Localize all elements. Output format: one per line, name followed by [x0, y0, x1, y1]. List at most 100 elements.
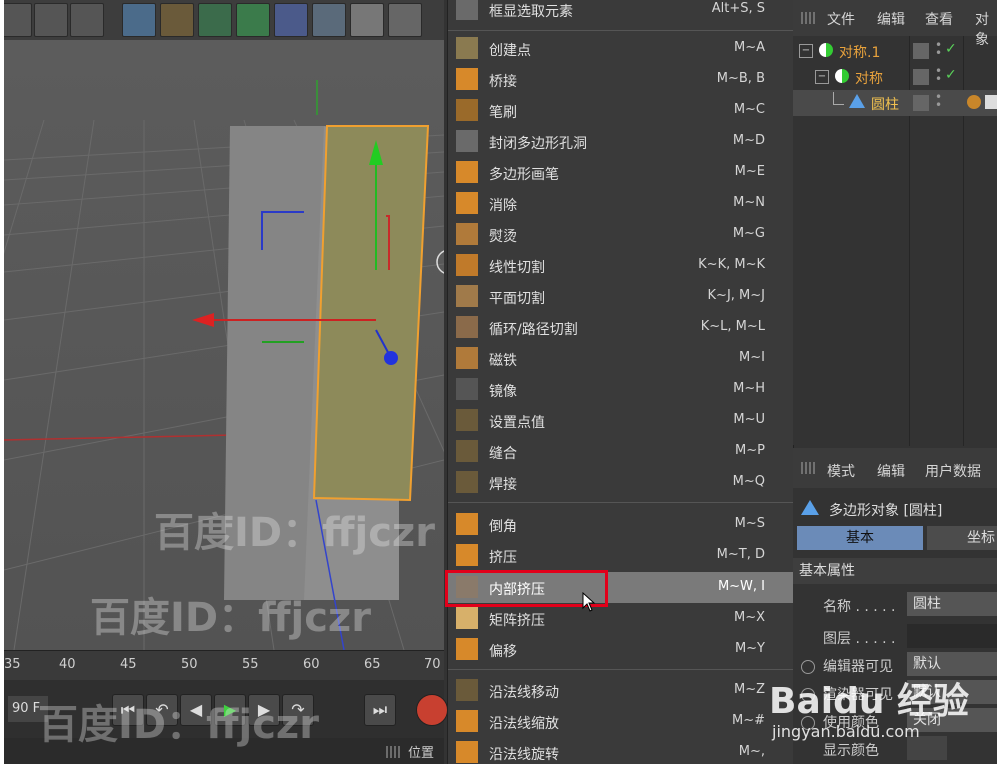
menu-item[interactable]: 熨烫 M~G: [448, 219, 793, 250]
menu-item-label: 镜像: [489, 384, 517, 400]
menu-item[interactable]: 镜像 M~H: [448, 374, 793, 405]
deformer-icon[interactable]: [274, 3, 308, 37]
pen-icon[interactable]: [160, 3, 194, 37]
mirror-icon: [456, 378, 478, 400]
menu-item-shortcut: Alt+S, S: [711, 1, 765, 16]
layer-field[interactable]: [907, 624, 997, 648]
ruler-label: 50: [181, 657, 198, 672]
menu-item-shortcut: M~Z: [733, 682, 765, 697]
name-field[interactable]: 圆柱: [907, 592, 997, 616]
render-to-picture-viewer-icon[interactable]: [34, 3, 68, 37]
menu-item[interactable]: 框显选取元素 Alt+S, S: [448, 0, 793, 25]
go-to-end-icon[interactable]: ⏭: [364, 694, 396, 726]
menu-item-label: 消除: [489, 198, 517, 214]
subdivision-icon[interactable]: [198, 3, 232, 37]
polygon-object-icon: [801, 500, 819, 515]
smooth-shift-icon: [456, 638, 478, 660]
menu-item-shortcut: M~Y: [734, 641, 765, 656]
menu-item[interactable]: 挤压 M~T, D: [448, 540, 793, 571]
selected-polygon[interactable]: [312, 125, 430, 502]
menu-item-label: 熨烫: [489, 229, 517, 245]
menu-item-label: 磁铁: [489, 353, 517, 369]
menu-separator: [448, 30, 793, 31]
enabled-check-icon[interactable]: ✓: [945, 67, 957, 83]
menu-view[interactable]: 查看: [925, 9, 953, 29]
menu-item-label: 循环/路径切割: [489, 322, 578, 338]
menu-item[interactable]: 矩阵挤压 M~X: [448, 603, 793, 634]
tag-icon[interactable]: [967, 95, 981, 109]
menu-item[interactable]: 设置点值 M~U: [448, 405, 793, 436]
timeline-ruler[interactable]: 35 40 45 50 55 60 65 70: [4, 650, 444, 681]
menu-item[interactable]: 创建点 M~A: [448, 33, 793, 64]
menu-item[interactable]: 封闭多边形孔洞 M~D: [448, 126, 793, 157]
ruler-label: 55: [242, 657, 259, 672]
menu-mode[interactable]: 模式: [827, 461, 855, 481]
menu-item[interactable]: 焊接 M~Q: [448, 467, 793, 498]
render-view-icon[interactable]: [4, 3, 32, 37]
menu-item[interactable]: 桥接 M~B, B: [448, 64, 793, 95]
menu-item[interactable]: 倒角 M~S: [448, 509, 793, 540]
menu-item-shortcut: K~K, M~K: [698, 257, 765, 272]
enabled-check-icon[interactable]: ✓: [945, 41, 957, 57]
ruler-label: 60: [303, 657, 320, 672]
collapse-icon[interactable]: −: [799, 44, 813, 58]
collapse-icon[interactable]: −: [815, 70, 829, 84]
app-frame: 35 40 45 50 55 60 65 70 90 F ⏮ ↶ ◀ ▶ ▶ ↷…: [4, 0, 997, 764]
matrix-extrude-icon: [456, 607, 478, 629]
menu-item[interactable]: 磁铁 M~I: [448, 343, 793, 374]
light-icon[interactable]: [388, 3, 422, 37]
viewport-canvas[interactable]: [4, 40, 444, 650]
mouse-cursor-icon: [582, 592, 596, 612]
object-row-selected[interactable]: 圆柱 • •: [793, 90, 997, 116]
render-settings-icon[interactable]: [70, 3, 104, 37]
camera-icon[interactable]: [350, 3, 384, 37]
menu-item[interactable]: 平面切割 K~J, M~J: [448, 281, 793, 312]
menu-item-shortcut: M~E: [734, 164, 765, 179]
object-manager-menu: 文件 编辑 查看 对象: [793, 0, 997, 48]
menu-item[interactable]: 笔刷 M~C: [448, 95, 793, 126]
menu-item-shortcut: M~N: [733, 195, 765, 210]
object-name[interactable]: 对称: [855, 68, 883, 88]
menu-edit[interactable]: 编辑: [877, 461, 905, 481]
menu-user-data[interactable]: 用户数据: [925, 461, 981, 481]
object-name[interactable]: 圆柱: [871, 94, 899, 114]
visibility-dots-icon[interactable]: • •: [935, 39, 942, 59]
object-row[interactable]: − 对称.1 • • ✓: [793, 38, 997, 64]
prop-display-color-label: 显示颜色: [823, 743, 879, 759]
menu-item[interactable]: 沿法线缩放 M~#: [448, 706, 793, 737]
record-icon[interactable]: [416, 694, 448, 726]
layer-flag-icon[interactable]: [913, 69, 929, 85]
menu-separator: [448, 669, 793, 670]
menu-item[interactable]: 线性切割 K~K, M~K: [448, 250, 793, 281]
tab-coord[interactable]: 坐标: [927, 526, 997, 550]
position-label: 位置: [408, 746, 435, 761]
phong-tag-icon[interactable]: [985, 95, 997, 109]
menu-item[interactable]: 缝合 M~P: [448, 436, 793, 467]
floor-icon[interactable]: [312, 3, 346, 37]
object-row[interactable]: − 对称 • • ✓: [793, 64, 997, 90]
object-name[interactable]: 对称.1: [839, 42, 880, 62]
menu-item[interactable]: 消除 M~N: [448, 188, 793, 219]
menu-item-shortcut: M~#: [731, 713, 765, 728]
attribute-manager-menu: 模式 编辑 用户数据: [793, 448, 997, 488]
menu-file[interactable]: 文件: [827, 9, 855, 29]
menu-item[interactable]: 沿法线移动 M~Z: [448, 675, 793, 706]
cube-icon[interactable]: [122, 3, 156, 37]
menu-item-label: 焊接: [489, 477, 517, 493]
visibility-dots-icon[interactable]: • •: [935, 91, 942, 111]
layer-flag-icon[interactable]: [913, 43, 929, 59]
tab-basic[interactable]: 基本: [797, 526, 923, 550]
ruler-label: 40: [59, 657, 76, 672]
menu-item[interactable]: 循环/路径切割 K~L, M~L: [448, 312, 793, 343]
layer-flag-icon[interactable]: [913, 95, 929, 111]
array-icon[interactable]: [236, 3, 270, 37]
menu-edit[interactable]: 编辑: [877, 9, 905, 29]
visibility-dots-icon[interactable]: • •: [935, 65, 942, 85]
menu-item[interactable]: 沿法线旋转 M~,: [448, 737, 793, 764]
menu-item[interactable]: 多边形画笔 M~E: [448, 157, 793, 188]
menu-item[interactable]: 偏移 M~Y: [448, 634, 793, 665]
menu-item-shortcut: M~I: [739, 350, 765, 365]
menu-item-label: 沿法线缩放: [489, 716, 559, 732]
watermark: 百度ID：ffjczr: [38, 702, 319, 748]
close-polygon-hole-icon: [456, 130, 478, 152]
